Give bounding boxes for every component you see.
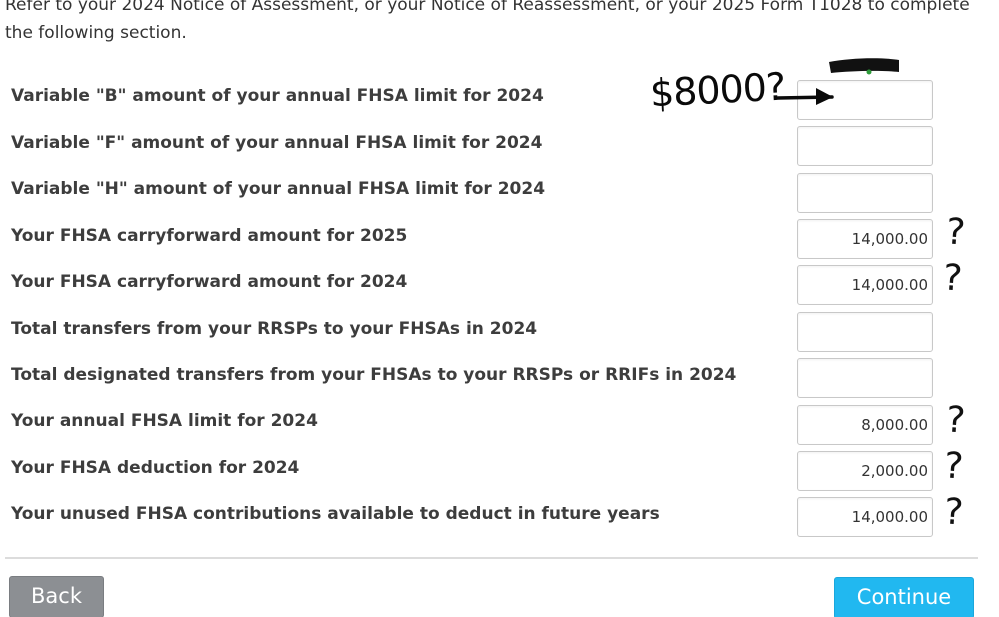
label-variable-f: Variable "F" amount of your annual FHSA … xyxy=(11,133,543,153)
label-variable-b: Variable "B" amount of your annual FHSA … xyxy=(11,86,544,106)
annual-fhsa-limit-input[interactable] xyxy=(797,405,933,445)
fhsa-deduction-input[interactable] xyxy=(797,451,933,491)
label-carryforward-2024: Your FHSA carryforward amount for 2024 xyxy=(11,272,408,292)
back-button[interactable]: Back xyxy=(9,576,104,617)
carryforward-2024-input[interactable] xyxy=(797,265,933,305)
continue-button[interactable]: Continue xyxy=(834,577,974,617)
question-mark-4: ? xyxy=(942,445,965,488)
variable-b-input[interactable] xyxy=(797,80,933,120)
variable-h-input[interactable] xyxy=(797,173,933,213)
label-carryforward-2025: Your FHSA carryforward amount for 2025 xyxy=(11,226,408,246)
question-mark-2: ? xyxy=(941,257,964,300)
section-instructions: Refer to your 2024 Notice of Assessment,… xyxy=(5,0,970,43)
question-mark-3: ? xyxy=(944,399,967,442)
label-variable-h: Variable "H" amount of your annual FHSA … xyxy=(11,179,546,199)
unused-contributions-input[interactable] xyxy=(797,497,933,537)
label-rrsp-to-fhsa-transfers: Total transfers from your RRSPs to your … xyxy=(11,319,538,339)
question-mark-5: ? xyxy=(942,491,965,534)
variable-f-input[interactable] xyxy=(797,126,933,166)
label-unused-contributions: Your unused FHSA contributions available… xyxy=(11,504,660,524)
handwritten-note: $8000? xyxy=(648,64,787,116)
label-annual-fhsa-limit: Your annual FHSA limit for 2024 xyxy=(11,411,318,431)
section-divider xyxy=(5,557,978,559)
label-fhsa-to-rrsp-transfers: Total designated transfers from your FHS… xyxy=(11,365,737,385)
label-fhsa-deduction: Your FHSA deduction for 2024 xyxy=(11,458,300,478)
rrsp-to-fhsa-transfers-input[interactable] xyxy=(797,312,933,352)
carryforward-2025-input[interactable] xyxy=(797,219,933,259)
question-mark-1: ? xyxy=(944,211,967,254)
fhsa-to-rrsp-transfers-input[interactable] xyxy=(797,358,933,398)
